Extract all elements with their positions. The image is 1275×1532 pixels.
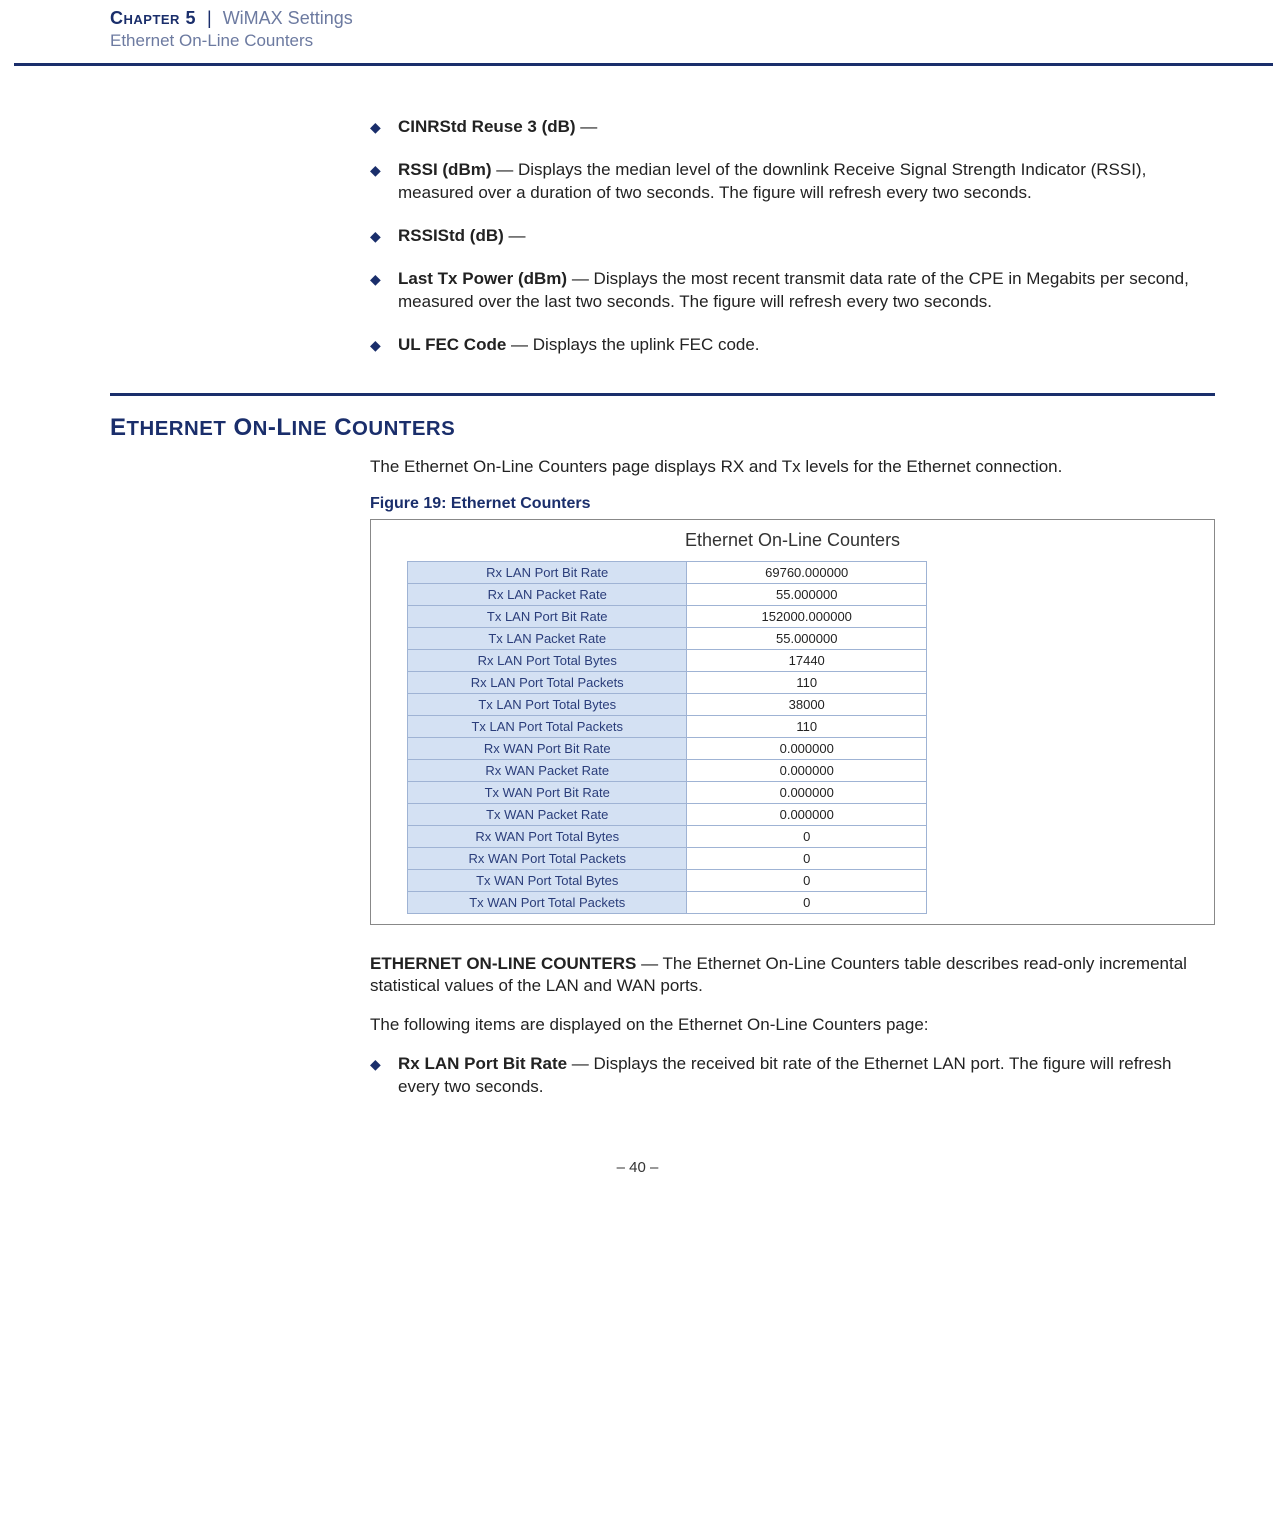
- counter-label: Tx WAN Port Total Packets: [408, 891, 687, 913]
- counter-value: 55.000000: [687, 627, 927, 649]
- counter-label: Rx WAN Port Total Bytes: [408, 825, 687, 847]
- page-footer: – 40 –: [0, 1159, 1275, 1176]
- counters-lead-para: ETHERNET ON-LINE COUNTERS — The Ethernet…: [370, 953, 1215, 999]
- page-body: CINRStd Reuse 3 (dB) — RSSI (dBm) — Disp…: [0, 66, 1275, 1099]
- table-row: Tx WAN Port Total Bytes0: [408, 869, 927, 891]
- bullet-item: CINRStd Reuse 3 (dB) —: [370, 116, 1215, 139]
- bullet-item: RSSIStd (dB) —: [370, 225, 1215, 248]
- table-row: Rx LAN Port Bit Rate69760.000000: [408, 561, 927, 583]
- table-row: Rx LAN Port Total Bytes17440: [408, 649, 927, 671]
- counter-value: 152000.000000: [687, 605, 927, 627]
- table-row: Rx LAN Port Total Packets110: [408, 671, 927, 693]
- figure-title: Ethernet On-Line Counters: [379, 526, 1206, 561]
- bullet-item: UL FEC Code — Displays the uplink FEC co…: [370, 334, 1215, 357]
- bullet-term: RSSIStd (dB): [398, 226, 504, 245]
- bullet-desc: — Displays the median level of the downl…: [398, 160, 1146, 202]
- header-subtitle: Ethernet On-Line Counters: [110, 31, 1275, 51]
- counter-label: Tx LAN Port Total Bytes: [408, 693, 687, 715]
- bottom-bullet-list: Rx LAN Port Bit Rate — Displays the rece…: [370, 1053, 1215, 1099]
- counter-value: 0: [687, 847, 927, 869]
- bullet-term: CINRStd Reuse 3 (dB): [398, 117, 576, 136]
- counter-label: Tx LAN Port Bit Rate: [408, 605, 687, 627]
- counter-value: 17440: [687, 649, 927, 671]
- counters-table: Rx LAN Port Bit Rate69760.000000Rx LAN P…: [407, 561, 927, 914]
- counter-label: Rx LAN Packet Rate: [408, 583, 687, 605]
- counter-value: 69760.000000: [687, 561, 927, 583]
- counter-value: 110: [687, 671, 927, 693]
- section-rule: [110, 393, 1215, 396]
- counter-value: 0.000000: [687, 781, 927, 803]
- section-content: The Ethernet On-Line Counters page displ…: [370, 456, 1215, 1100]
- page-number: – 40 –: [617, 1159, 659, 1176]
- section-title: ETHERNET ON-LINE COUNTERS: [110, 414, 1215, 442]
- counter-label: Rx WAN Port Total Packets: [408, 847, 687, 869]
- table-row: Tx LAN Port Bit Rate152000.000000: [408, 605, 927, 627]
- counter-label: Rx WAN Packet Rate: [408, 759, 687, 781]
- counter-label: Tx WAN Port Total Bytes: [408, 869, 687, 891]
- bullet-term: UL FEC Code: [398, 335, 506, 354]
- table-row: Rx WAN Packet Rate0.000000: [408, 759, 927, 781]
- bullet-desc: —: [504, 226, 526, 245]
- table-row: Rx WAN Port Total Packets0: [408, 847, 927, 869]
- figure-caption: Figure 19: Ethernet Counters: [370, 495, 1215, 513]
- top-bullet-list: CINRStd Reuse 3 (dB) — RSSI (dBm) — Disp…: [370, 116, 1215, 357]
- page-header: Chapter 5 | WiMAX Settings Ethernet On-L…: [0, 0, 1275, 57]
- counter-value: 0: [687, 891, 927, 913]
- counter-label: Rx WAN Port Bit Rate: [408, 737, 687, 759]
- content-column: CINRStd Reuse 3 (dB) — RSSI (dBm) — Disp…: [370, 116, 1215, 357]
- bullet-desc: — Displays the uplink FEC code.: [506, 335, 759, 354]
- counter-label: Rx LAN Port Bit Rate: [408, 561, 687, 583]
- bullet-term: Last Tx Power (dBm): [398, 269, 567, 288]
- table-row: Rx WAN Port Total Bytes0: [408, 825, 927, 847]
- counter-value: 0.000000: [687, 759, 927, 781]
- bullet-desc: —: [576, 117, 598, 136]
- counters-follow-para: The following items are displayed on the…: [370, 1014, 1215, 1037]
- table-row: Tx WAN Port Bit Rate0.000000: [408, 781, 927, 803]
- bullet-term: Rx LAN Port Bit Rate: [398, 1054, 567, 1073]
- counter-label: Tx WAN Packet Rate: [408, 803, 687, 825]
- table-row: Tx LAN Packet Rate55.000000: [408, 627, 927, 649]
- counter-value: 0.000000: [687, 737, 927, 759]
- counter-label: Tx LAN Packet Rate: [408, 627, 687, 649]
- header-line-1: Chapter 5 | WiMAX Settings: [110, 8, 1275, 29]
- chapter-label: Chapter 5: [110, 8, 196, 28]
- table-row: Tx WAN Packet Rate0.000000: [408, 803, 927, 825]
- counter-label: Tx LAN Port Total Packets: [408, 715, 687, 737]
- table-row: Rx WAN Port Bit Rate0.000000: [408, 737, 927, 759]
- table-row: Tx LAN Port Total Packets110: [408, 715, 927, 737]
- chapter-title: WiMAX Settings: [223, 8, 353, 28]
- bullet-item: RSSI (dBm) — Displays the median level o…: [370, 159, 1215, 205]
- bullet-item: Rx LAN Port Bit Rate — Displays the rece…: [370, 1053, 1215, 1099]
- counter-value: 38000: [687, 693, 927, 715]
- counters-lead-term: ETHERNET ON-LINE COUNTERS: [370, 954, 636, 973]
- counter-label: Rx LAN Port Total Packets: [408, 671, 687, 693]
- counter-value: 0: [687, 869, 927, 891]
- counter-label: Rx LAN Port Total Bytes: [408, 649, 687, 671]
- counter-value: 55.000000: [687, 583, 927, 605]
- counter-value: 0: [687, 825, 927, 847]
- page: Chapter 5 | WiMAX Settings Ethernet On-L…: [0, 0, 1275, 1196]
- counter-value: 110: [687, 715, 927, 737]
- table-row: Rx LAN Packet Rate55.000000: [408, 583, 927, 605]
- table-row: Tx LAN Port Total Bytes38000: [408, 693, 927, 715]
- bullet-term: RSSI (dBm): [398, 160, 492, 179]
- header-separator: |: [207, 8, 212, 28]
- counter-label: Tx WAN Port Bit Rate: [408, 781, 687, 803]
- section-intro: The Ethernet On-Line Counters page displ…: [370, 456, 1215, 479]
- counter-value: 0.000000: [687, 803, 927, 825]
- bullet-item: Last Tx Power (dBm) — Displays the most …: [370, 268, 1215, 314]
- table-row: Tx WAN Port Total Packets0: [408, 891, 927, 913]
- figure-frame: Ethernet On-Line Counters Rx LAN Port Bi…: [370, 519, 1215, 925]
